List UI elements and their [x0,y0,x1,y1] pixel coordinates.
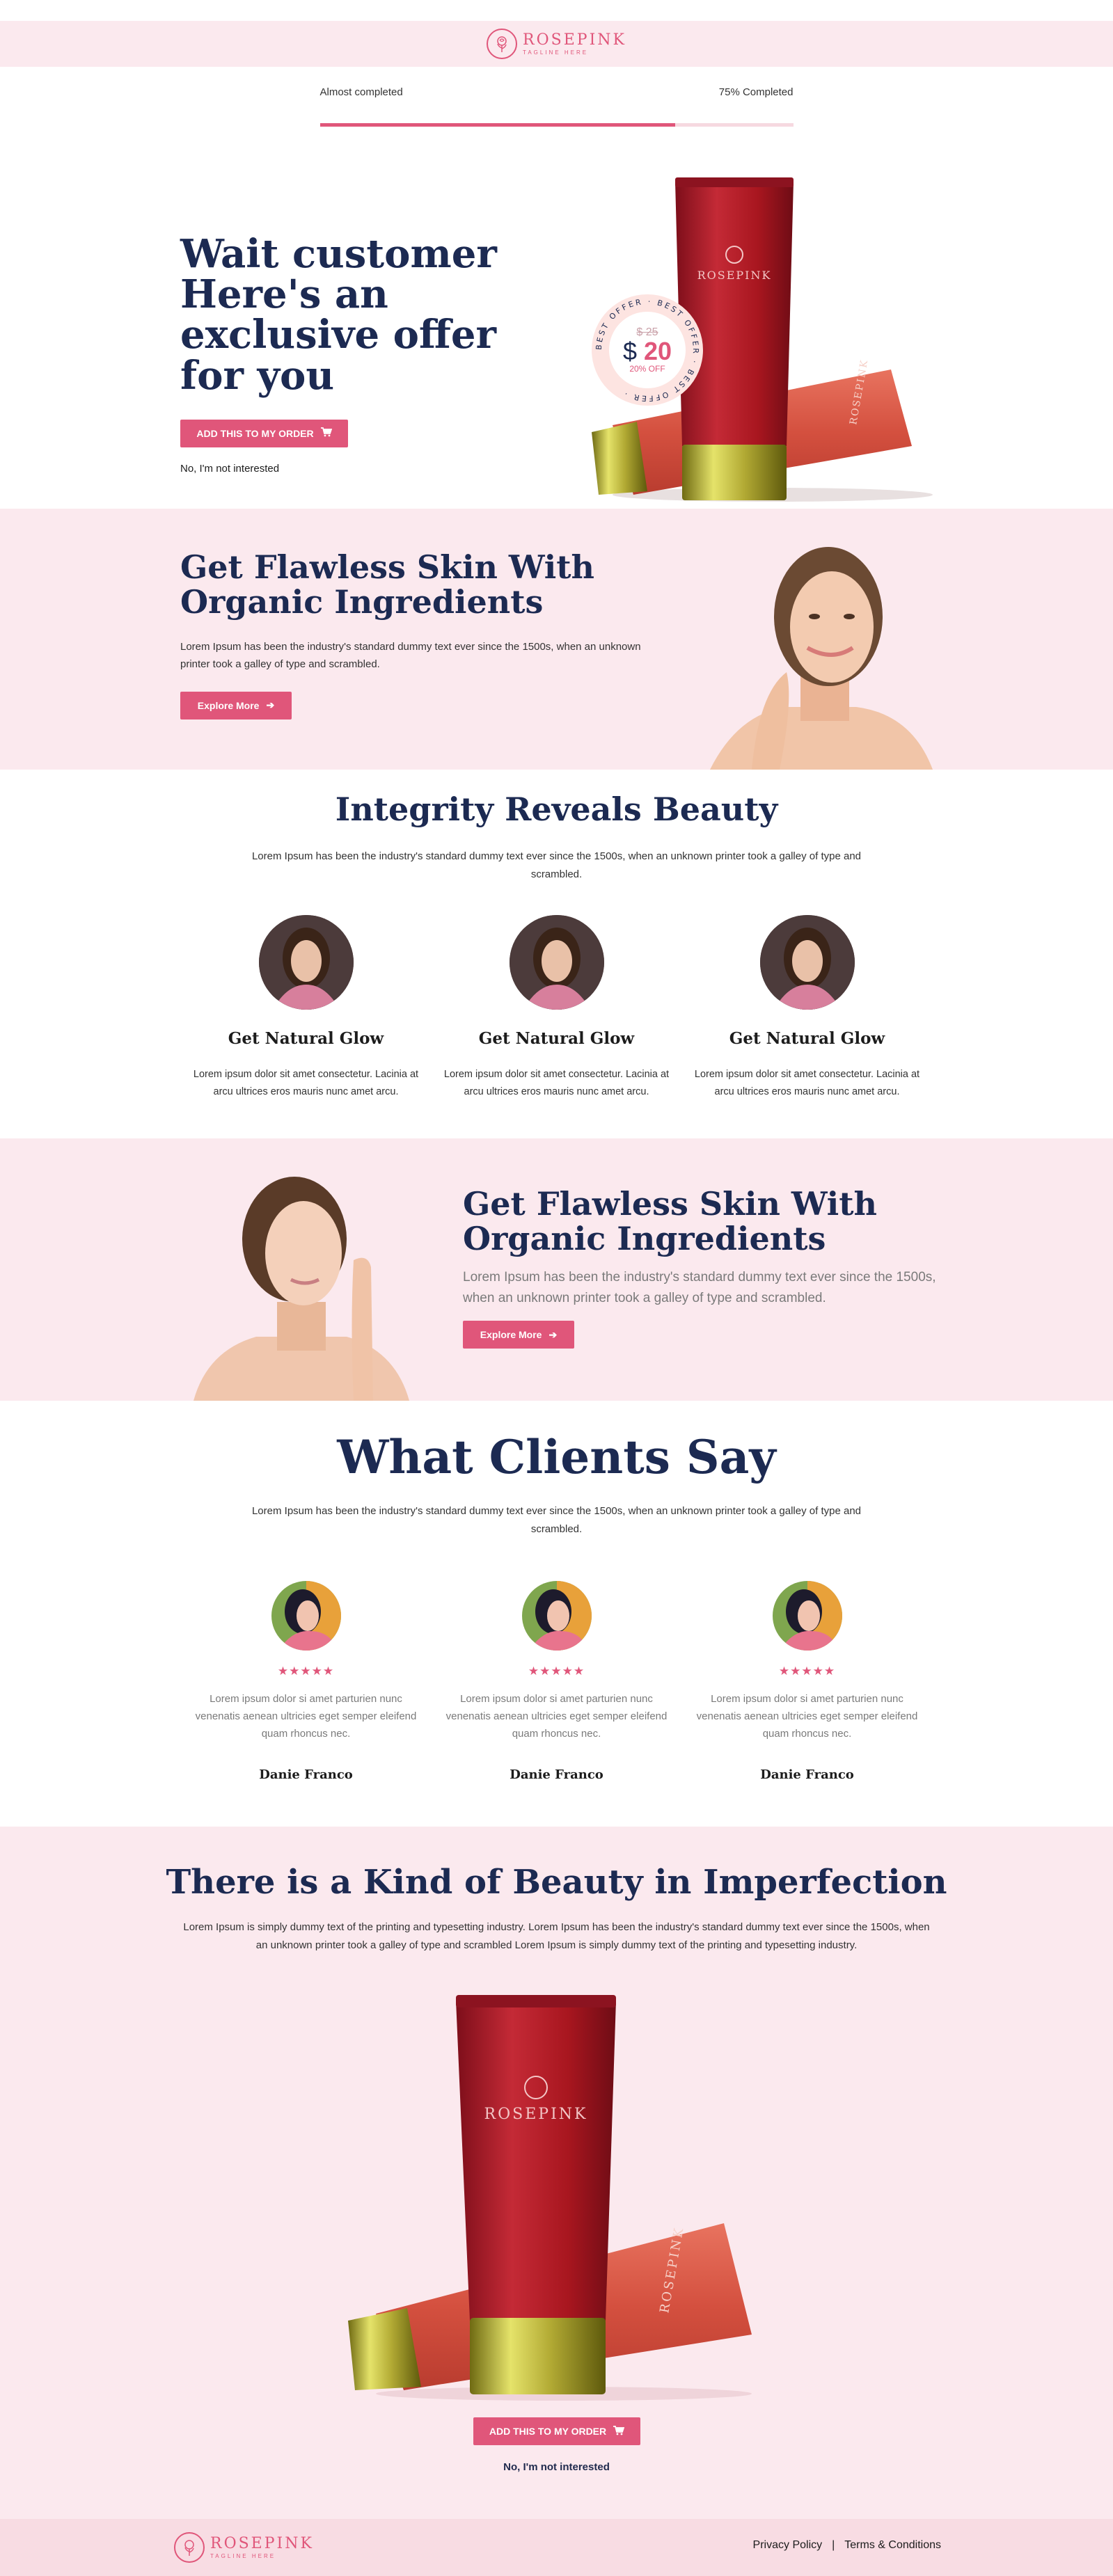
feature-card: Get Natural Glow Lorem ipsum dolor sit a… [442,915,672,1100]
integrity-text: Lorem Ipsum has been the industry's stan… [251,850,862,880]
imperfection-text: Lorem Ipsum is simply dummy text of the … [183,1921,930,1951]
progress-fill [319,123,675,127]
brand-logo[interactable]: ROSEPINK TAGLINE HERE [487,29,626,59]
rose-logo-icon [174,2532,205,2563]
brand-name: ROSEPINK [210,2534,314,2552]
feature-avatar [759,915,855,1010]
site-header: ROSEPINK TAGLINE HERE [0,21,1113,67]
testimonials-section: What Clients Say Lorem Ipsum has been th… [0,1401,1113,1827]
flawless-skin-section-2: Get Flawless Skin With Organic Ingredien… [0,1138,1113,1401]
clients-text: Lorem Ipsum has been the industry's stan… [251,1505,862,1535]
progress-bar [319,123,794,127]
hero-title: Wait customer Here's an exclusive offer … [180,231,497,399]
offer-badge: BEST OFFER · BEST OFFER · BEST OFFER · $… [592,294,703,406]
hero-section: Wait customer Here's an exclusive offer … [0,164,1113,509]
badge-ring-text: BEST OFFER · BEST OFFER · BEST OFFER · [594,297,698,403]
client-avatar [271,1581,341,1651]
svg-text:ROSEPINK: ROSEPINK [484,2106,588,2123]
rating-stars-icon: ★★★★★ [778,1664,836,1678]
privacy-policy-link[interactable]: Privacy Policy [753,2539,823,2552]
brand-tagline: TAGLINE HERE [210,2552,276,2559]
feature-title: Get Natural Glow [478,1029,635,1048]
flawless-text-2: Lorem Ipsum has been the industry's stan… [463,1270,936,1305]
flawless-skin-section: Get Flawless Skin With Organic Ingredien… [0,509,1113,770]
flawless-title: Get Flawless Skin With Organic Ingredien… [180,548,594,621]
brand-name: ROSEPINK [523,31,626,49]
svg-text:ROSEPINK: ROSEPINK [697,269,772,282]
add-to-order-label: ADD THIS TO MY ORDER [196,427,314,439]
progress-right-label: 75% Completed [718,86,794,98]
client-name: Danie Franco [510,1767,603,1783]
feature-text: Lorem ipsum dolor sit amet consectetur. … [193,1069,419,1097]
decline-link-2[interactable]: No, I'm not interested [0,2461,1113,2473]
testimonial-text: Lorem ipsum dolor si amet parturien nunc… [696,1693,918,1740]
clients-title: What Clients Say [337,1430,776,1484]
footer-logo[interactable]: ROSEPINK TAGLINE HERE [174,2532,314,2563]
rating-stars-icon: ★★★★★ [277,1664,335,1678]
testimonial-card: ★★★★★ Lorem ipsum dolor si amet parturie… [442,1581,672,1782]
imperfection-title: There is a Kind of Beauty in Imperfectio… [166,1863,947,1902]
arrow-right-icon: ➔ [266,699,275,711]
product-tube-large-image: ROSEPINK ROSEPINK [348,1995,752,2401]
explore-more-label: Explore More [480,1329,542,1341]
arrow-right-icon: ➔ [548,1328,558,1340]
feature-title: Get Natural Glow [228,1029,384,1048]
svg-text:BEST OFFER · BEST OFFER · BEST: BEST OFFER · BEST OFFER · BEST OFFER · [594,297,700,403]
feature-title: Get Natural Glow [729,1029,885,1048]
feature-avatar [258,915,354,1010]
integrity-section: Integrity Reveals Beauty Lorem Ipsum has… [0,770,1113,1138]
progress-section: Almost completed 75% Completed [319,86,794,164]
client-avatar [772,1581,842,1651]
terms-link[interactable]: Terms & Conditions [844,2539,941,2552]
brand-tagline: TAGLINE HERE [523,49,589,56]
model-portrait-image [194,1177,409,1401]
testimonial-text: Lorem ipsum dolor si amet parturien nunc… [195,1693,417,1740]
flawless-text: Lorem Ipsum has been the industry's stan… [180,641,641,671]
cart-icon [320,427,332,439]
client-name: Danie Franco [259,1767,353,1783]
decline-link[interactable]: No, I'm not interested [180,463,542,475]
feature-card: Get Natural Glow Lorem ipsum dolor sit a… [693,915,922,1100]
cart-icon [613,2425,625,2438]
integrity-title: Integrity Reveals Beauty [335,790,778,828]
add-to-order-button-2[interactable]: ADD THIS TO MY ORDER [473,2417,640,2445]
explore-more-button[interactable]: Explore More ➔ [180,691,292,719]
feature-avatar [509,915,604,1010]
testimonial-text: Lorem ipsum dolor si amet parturien nunc… [445,1693,668,1740]
explore-more-label: Explore More [197,699,260,711]
add-to-order-label: ADD THIS TO MY ORDER [489,2426,607,2437]
feature-text: Lorem ipsum dolor sit amet consectetur. … [443,1069,670,1097]
footer-separator: | [832,2539,835,2551]
imperfection-section: There is a Kind of Beauty in Imperfectio… [0,1827,1113,2519]
client-name: Danie Franco [760,1767,854,1783]
flawless-title-2: Get Flawless Skin With Organic Ingredien… [463,1185,877,1257]
testimonial-card: ★★★★★ Lorem ipsum dolor si amet parturie… [191,1581,421,1782]
feature-card: Get Natural Glow Lorem ipsum dolor sit a… [191,915,421,1100]
client-avatar [521,1581,592,1651]
model-portrait-image [710,547,933,770]
rating-stars-icon: ★★★★★ [528,1664,585,1678]
rose-logo-icon [487,29,518,59]
feature-text: Lorem ipsum dolor sit amet consectetur. … [694,1069,920,1097]
badge-ring: BEST OFFER · BEST OFFER · BEST OFFER · [594,297,700,403]
progress-left-label: Almost completed [319,86,403,98]
add-to-order-button[interactable]: ADD THIS TO MY ORDER [180,419,348,447]
testimonial-card: ★★★★★ Lorem ipsum dolor si amet parturie… [693,1581,922,1782]
explore-more-button-2[interactable]: Explore More ➔ [463,1321,574,1349]
site-footer: ROSEPINK TAGLINE HERE Privacy Policy | T… [0,2519,1113,2576]
